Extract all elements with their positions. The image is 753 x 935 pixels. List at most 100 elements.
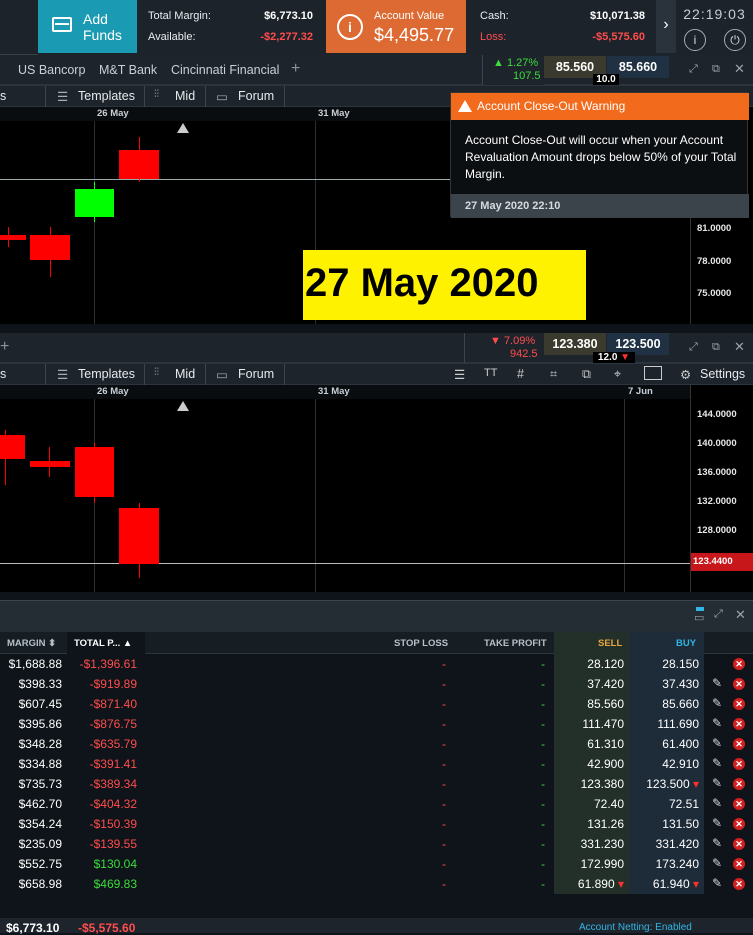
indicators-icon[interactable]: ☰ — [454, 367, 465, 382]
edit-pencil-icon[interactable]: ✎ — [712, 756, 722, 770]
table-row[interactable]: $334.88 -$391.41- -42.900 42.910 ✎ ✕ — [0, 754, 753, 774]
row-buy[interactable]: 123.500 ▾ — [629, 777, 699, 791]
close-position-icon[interactable]: ✕ — [733, 718, 745, 730]
edit-pencil-icon[interactable]: ✎ — [712, 876, 722, 890]
close-position-icon[interactable]: ✕ — [733, 858, 745, 870]
close-position-icon[interactable]: ✕ — [733, 818, 745, 830]
draw-icon[interactable]: ⌗ — [550, 367, 557, 382]
row-take-profit[interactable]: - — [541, 757, 545, 771]
scroll-marker-icon[interactable] — [177, 401, 189, 411]
row-stop-loss[interactable]: - — [442, 817, 446, 831]
col-buy[interactable]: BUY — [676, 638, 696, 649]
expand-icon[interactable]: ⤢ — [689, 341, 698, 354]
account-value-panel[interactable]: i Account Value $4,495.77 — [326, 0, 466, 53]
table-row[interactable]: $552.75 $130.04- -172.990 173.240 ✎ ✕ — [0, 854, 753, 874]
close-position-icon[interactable]: ✕ — [733, 778, 745, 790]
chart2-area[interactable]: 26 May 31 May 7 Jun — [0, 385, 690, 592]
edit-pencil-icon[interactable]: ✎ — [712, 736, 722, 750]
edit-pencil-icon[interactable]: ✎ — [712, 836, 722, 850]
tab-cincinnati-financial[interactable]: Cincinnati Financial — [171, 63, 279, 77]
row-buy[interactable]: 42.910 — [629, 757, 699, 771]
tab-us-bancorp[interactable]: US Bancorp — [18, 63, 85, 77]
close-position-icon[interactable]: ✕ — [733, 798, 745, 810]
row-stop-loss[interactable]: - — [442, 737, 446, 751]
row-sell[interactable]: 85.560 — [554, 697, 624, 711]
row-sell[interactable]: 28.120 — [554, 657, 624, 671]
row-buy[interactable]: 85.660 — [629, 697, 699, 711]
edit-pencil-icon[interactable]: ✎ — [712, 696, 722, 710]
row-buy[interactable]: 331.420 — [629, 837, 699, 851]
row-buy[interactable]: 61.400 — [629, 737, 699, 751]
close-position-icon[interactable]: ✕ — [733, 758, 745, 770]
row-stop-loss[interactable]: - — [442, 777, 446, 791]
table-row[interactable]: $607.45 -$871.40- -85.560 85.660 ✎ ✕ — [0, 694, 753, 714]
row-buy[interactable]: 173.240 — [629, 857, 699, 871]
close-icon[interactable]: ✕ — [734, 61, 745, 77]
row-stop-loss[interactable]: - — [442, 717, 446, 731]
row-sell[interactable]: 331.230 — [554, 837, 624, 851]
tab-mt-bank[interactable]: M&T Bank — [99, 63, 157, 77]
layers-icon[interactable]: ⧉ — [582, 367, 591, 382]
crosshair-icon[interactable]: ⌖ — [614, 367, 621, 382]
forum-button[interactable]: Forum — [238, 367, 274, 381]
expand-icon[interactable]: ⤢ — [689, 63, 698, 76]
row-stop-loss[interactable]: - — [442, 757, 446, 771]
row-buy[interactable]: 61.940 ▾ — [629, 877, 699, 891]
row-buy[interactable]: 37.430 — [629, 677, 699, 691]
col-sell[interactable]: SELL — [598, 638, 622, 649]
mid-button[interactable]: Mid — [175, 367, 195, 381]
col-margin[interactable]: MARGIN ⬍ — [7, 638, 56, 649]
row-stop-loss[interactable]: - — [442, 857, 446, 871]
row-sell[interactable]: 61.890 ▾ — [554, 877, 624, 891]
templates-button[interactable]: Templates — [78, 367, 135, 381]
text-tool-icon[interactable]: TT — [484, 367, 497, 379]
scroll-marker-icon[interactable] — [177, 123, 189, 133]
row-take-profit[interactable]: - — [541, 777, 545, 791]
row-take-profit[interactable]: - — [541, 837, 545, 851]
row-take-profit[interactable]: - — [541, 817, 545, 831]
table-row[interactable]: $735.73 -$389.34- -123.380 123.500 ▾ ✎ ✕ — [0, 774, 753, 794]
add-tab-button[interactable]: + — [291, 60, 300, 78]
templates-button[interactable]: Templates — [78, 89, 135, 103]
table-row[interactable]: $348.28 -$635.79- -61.310 61.400 ✎ ✕ — [0, 734, 753, 754]
close-position-icon[interactable]: ✕ — [733, 658, 745, 670]
info-icon[interactable]: i — [684, 29, 706, 51]
close-position-icon[interactable]: ✕ — [733, 738, 745, 750]
add-tab-button[interactable]: + — [0, 338, 9, 356]
tag-icon[interactable] — [644, 366, 662, 380]
close-icon[interactable]: ✕ — [735, 607, 746, 623]
row-take-profit[interactable]: - — [541, 657, 545, 671]
row-stop-loss[interactable]: - — [442, 797, 446, 811]
row-stop-loss[interactable]: - — [442, 677, 446, 691]
close-position-icon[interactable]: ✕ — [733, 878, 745, 890]
popout-icon[interactable]: ⧉ — [712, 341, 720, 354]
row-sell[interactable]: 72.40 — [554, 797, 624, 811]
row-sell[interactable]: 37.420 — [554, 677, 624, 691]
row-take-profit[interactable]: - — [541, 857, 545, 871]
close-position-icon[interactable]: ✕ — [733, 698, 745, 710]
col-stop-loss[interactable]: STOP LOSS — [394, 638, 448, 649]
table-row[interactable]: $395.86 -$876.75- -111.470 111.690 ✎ ✕ — [0, 714, 753, 734]
table-row[interactable]: $462.70 -$404.32- -72.40 72.51 ✎ ✕ — [0, 794, 753, 814]
row-sell[interactable]: 111.470 — [554, 717, 624, 731]
row-stop-loss[interactable]: - — [442, 837, 446, 851]
settings-button[interactable]: Settings — [700, 367, 745, 381]
row-sell[interactable]: 172.990 — [554, 857, 624, 871]
row-buy[interactable]: 131.50 — [629, 817, 699, 831]
row-take-profit[interactable]: - — [541, 697, 545, 711]
table-row[interactable]: $354.24 -$150.39- -131.26 131.50 ✎ ✕ — [0, 814, 753, 834]
edit-pencil-icon[interactable]: ✎ — [712, 776, 722, 790]
power-icon[interactable]: ⏻ — [724, 29, 746, 51]
minimize-icon[interactable]: ▭ — [694, 611, 704, 624]
grid-icon[interactable]: # — [517, 367, 524, 381]
expand-icon[interactable]: ⤢ — [714, 608, 723, 621]
add-funds-button[interactable]: Add Funds — [38, 0, 137, 53]
row-stop-loss[interactable]: - — [442, 657, 446, 671]
row-sell[interactable]: 61.310 — [554, 737, 624, 751]
row-take-profit[interactable]: - — [541, 737, 545, 751]
row-buy[interactable]: 28.150 — [629, 657, 699, 671]
row-take-profit[interactable]: - — [541, 717, 545, 731]
close-icon[interactable]: ✕ — [734, 339, 745, 355]
edit-pencil-icon[interactable]: ✎ — [712, 716, 722, 730]
edit-pencil-icon[interactable]: ✎ — [712, 816, 722, 830]
